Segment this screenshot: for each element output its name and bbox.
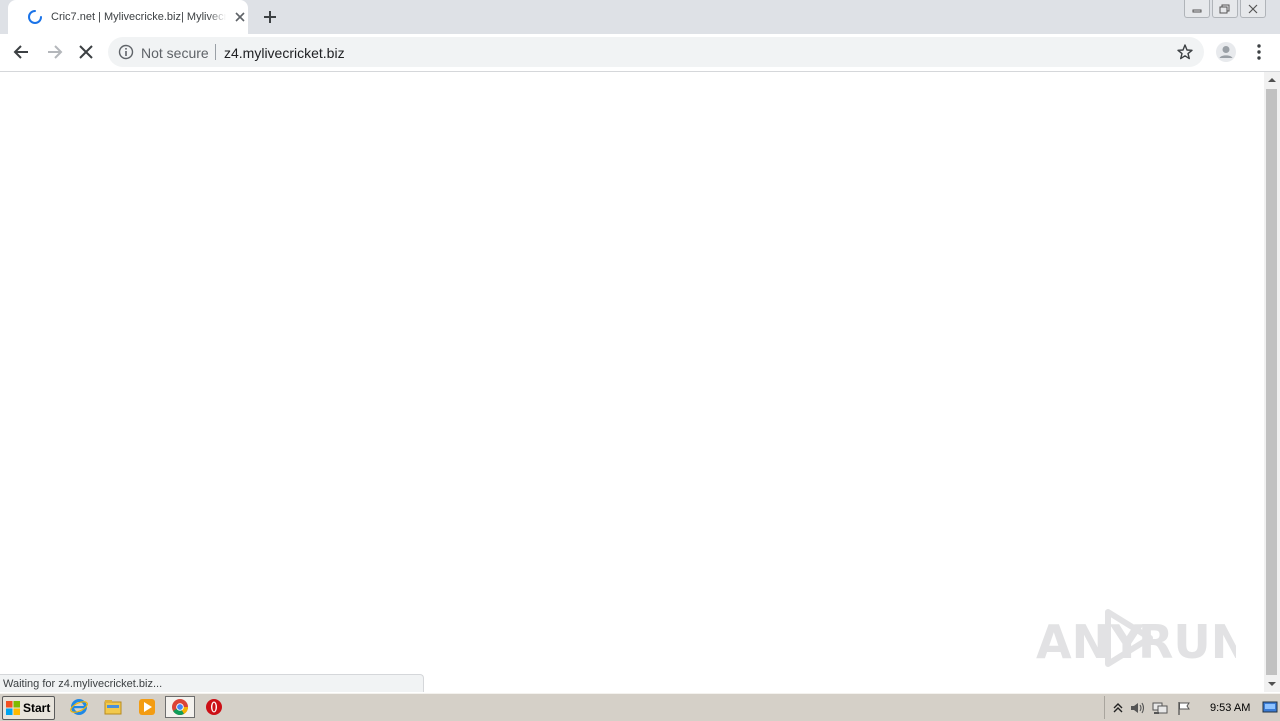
taskbar: Start 9:53 AM — [0, 693, 1280, 721]
forward-arrow-icon[interactable] — [44, 42, 64, 62]
start-button[interactable]: Start — [2, 696, 55, 720]
system-tray: 9:53 AM — [1104, 696, 1280, 719]
action-center-flag-icon[interactable] — [1176, 700, 1192, 716]
new-tab-button[interactable] — [260, 7, 280, 27]
scroll-down-arrow-icon[interactable] — [1264, 676, 1280, 692]
loading-spinner-icon — [28, 10, 42, 24]
browser-toolbar: Not secure z4.mylivecricket.biz — [0, 34, 1280, 72]
info-icon[interactable] — [118, 44, 134, 60]
close-tab-icon[interactable] — [232, 9, 248, 25]
media-player-icon[interactable] — [138, 698, 156, 716]
kebab-menu-icon[interactable] — [1250, 42, 1268, 62]
clock[interactable]: 9:53 AM — [1210, 701, 1250, 715]
scroll-up-arrow-icon[interactable] — [1264, 72, 1280, 88]
windows-logo-icon — [6, 701, 20, 715]
vertical-scrollbar[interactable] — [1264, 72, 1280, 692]
close-window-button[interactable] — [1240, 0, 1266, 18]
restore-button[interactable] — [1212, 0, 1238, 18]
stop-icon[interactable] — [76, 42, 96, 62]
tab-strip: Cric7.net | Mylivecricke.biz| Mylivecric… — [0, 0, 1280, 34]
network-icon[interactable] — [1152, 700, 1168, 716]
address-bar[interactable]: Not secure z4.mylivecricket.biz — [108, 37, 1204, 67]
chrome-icon — [172, 699, 188, 715]
tab-active[interactable]: Cric7.net | Mylivecricke.biz| Mylivecric… — [8, 0, 248, 34]
chrome-taskbar-button[interactable] — [165, 696, 195, 718]
omnibox-separator — [215, 44, 216, 60]
window-controls — [1184, 0, 1266, 18]
volume-icon[interactable] — [1129, 700, 1145, 716]
profile-icon[interactable] — [1215, 41, 1237, 63]
watermark-text-right: RUN — [1138, 615, 1236, 669]
page-viewport — [0, 72, 1264, 692]
scrollbar-thumb[interactable] — [1266, 89, 1277, 675]
minimize-icon — [1192, 9, 1202, 12]
security-label[interactable]: Not secure — [141, 45, 209, 61]
start-label: Start — [23, 701, 51, 715]
internet-explorer-icon[interactable] — [70, 698, 88, 716]
restore-icon — [1219, 4, 1230, 13]
anyrun-watermark: ANY RUN — [1036, 609, 1236, 669]
file-explorer-icon[interactable] — [104, 698, 122, 716]
tab-title: Cric7.net | Mylivecricke.biz| Mylivecric… — [51, 10, 226, 24]
show-hidden-icons-icon[interactable] — [1110, 700, 1126, 716]
minimize-button[interactable] — [1184, 0, 1210, 18]
star-icon[interactable] — [1176, 43, 1194, 61]
close-window-icon — [1248, 4, 1258, 13]
back-arrow-icon[interactable] — [12, 42, 32, 62]
opera-icon[interactable] — [205, 698, 223, 716]
url-text[interactable]: z4.mylivecricket.biz — [224, 45, 345, 61]
show-desktop-icon[interactable] — [1262, 699, 1278, 715]
status-bar: Waiting for z4.mylivecricket.biz... — [0, 674, 424, 692]
